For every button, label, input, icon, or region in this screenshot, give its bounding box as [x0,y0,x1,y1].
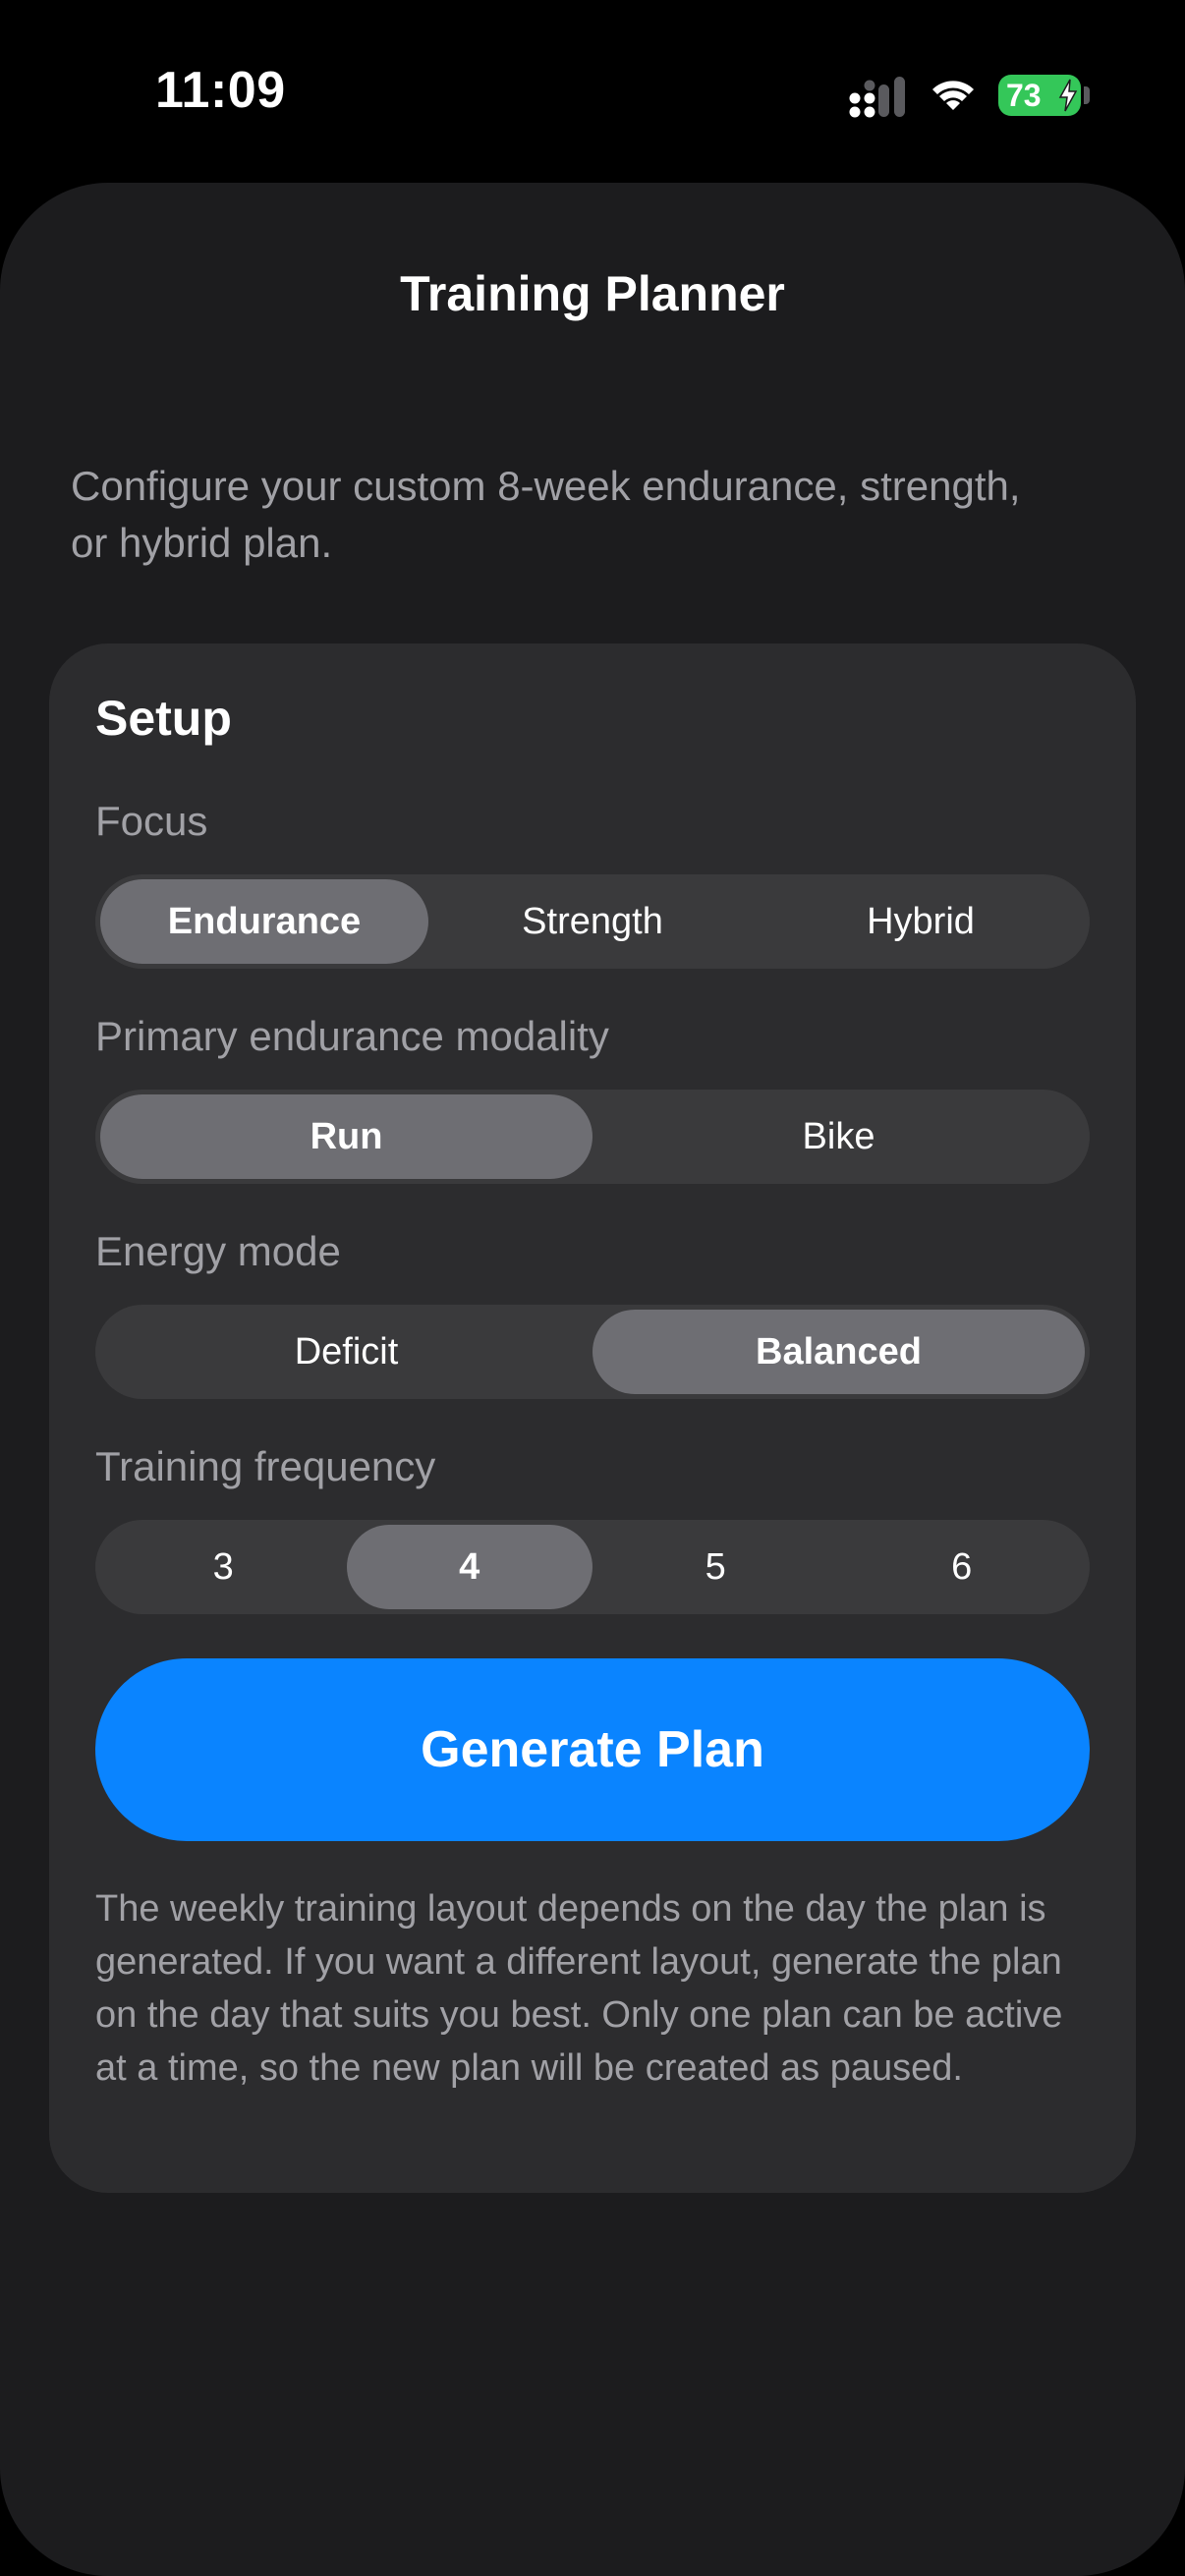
energy-label: Energy mode [95,1228,341,1274]
frequency-option-4[interactable]: 4 [346,1525,592,1609]
focus-label: Focus [95,798,208,844]
battery-cap [1084,86,1090,104]
status-time: 11:09 [155,62,286,119]
app-screen: 11:09 73 Training Planner Configure your… [0,0,1185,2576]
modality-label: Primary endurance modality [95,1013,609,1059]
frequency-label: Training frequency [95,1443,436,1489]
frequency-option-3[interactable]: 3 [100,1525,347,1609]
focus-option-endurance[interactable]: Endurance [100,879,428,964]
page-title: Training Planner [400,266,785,321]
charging-bolt-icon [1058,79,1078,112]
focus-option-strength[interactable]: Strength [428,879,757,964]
energy-option-balanced[interactable]: Balanced [592,1310,1085,1394]
focus-option-hybrid[interactable]: Hybrid [757,879,1085,964]
energy-option-deficit[interactable]: Deficit [100,1310,592,1394]
focus-selector: Endurance Strength Hybrid [95,874,1090,969]
frequency-option-5[interactable]: 5 [592,1525,839,1609]
setup-title: Setup [95,691,232,746]
battery-icon: 73 [998,75,1081,116]
intro-text: Configure your custom 8-week endurance, … [71,463,1021,566]
layout-note: The weekly training layout depends on th… [95,1888,1063,2089]
battery-level: 73 [1006,77,1042,113]
modality-option-bike[interactable]: Bike [592,1094,1085,1179]
wifi-icon [932,81,974,110]
cellular-signal-icon [849,77,905,118]
modality-selector: Run Bike [95,1090,1090,1184]
frequency-selector: 3 4 5 6 [95,1520,1090,1614]
modality-option-run[interactable]: Run [100,1094,592,1179]
frequency-option-6[interactable]: 6 [839,1525,1086,1609]
energy-selector: Deficit Balanced [95,1305,1090,1399]
generate-plan-button[interactable]: Generate Plan [95,1658,1090,1841]
